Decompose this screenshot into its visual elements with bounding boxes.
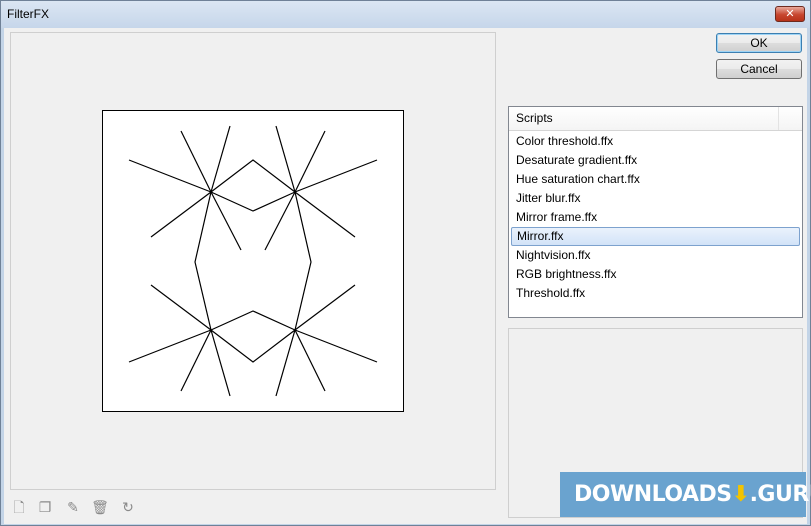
ok-button[interactable]: OK [716, 33, 802, 53]
cancel-button[interactable]: Cancel [716, 59, 802, 79]
script-item-mirror[interactable]: Mirror.ffx [511, 227, 800, 246]
script-item-color-threshold[interactable]: Color threshold.ffx [509, 132, 802, 151]
script-item-threshold[interactable]: Threshold.ffx [509, 284, 802, 303]
download-arrow-icon: ⬇ [731, 482, 750, 507]
watermark-text-left: DOWNLOADS [574, 482, 732, 507]
preview-canvas [102, 110, 404, 412]
downloads-guru-watermark: DOWNLOADS⬇.GURU [560, 472, 811, 517]
script-item-nightvision[interactable]: Nightvision.ffx [509, 246, 802, 265]
copy-script-icon[interactable]: ❐ [36, 497, 54, 517]
scripts-list[interactable]: Scripts Color threshold.ffx Desaturate g… [508, 106, 803, 318]
scripts-column-header[interactable]: Scripts [509, 107, 779, 130]
refresh-icon[interactable]: ↻ [119, 497, 137, 517]
scripts-list-header: Scripts [509, 107, 802, 131]
script-item-rgb-brightness[interactable]: RGB brightness.ffx [509, 265, 802, 284]
dialog-client-area: 🗋 ❐ ✎ 🗑 ↻ OK Cancel Scripts Color thresh… [4, 28, 811, 524]
edit-script-icon[interactable]: ✎ [64, 497, 82, 517]
script-item-desaturate-gradient[interactable]: Desaturate gradient.ffx [509, 151, 802, 170]
preview-panel [10, 32, 496, 490]
delete-script-icon[interactable]: 🗑 [91, 497, 109, 517]
script-item-jitter-blur[interactable]: Jitter blur.ffx [509, 189, 802, 208]
close-icon: ✕ [785, 8, 795, 20]
mirror-preview-drawing [128, 125, 378, 397]
close-button[interactable]: ✕ [775, 6, 805, 22]
title-bar[interactable]: FilterFX ✕ [1, 1, 810, 28]
filterfx-dialog: FilterFX ✕ 🗋 ❐ ✎ 🗑 ↻ OK Cancel Scripts C… [0, 0, 811, 526]
script-item-mirror-frame[interactable]: Mirror frame.ffx [509, 208, 802, 227]
new-script-icon[interactable]: 🗋 [10, 497, 28, 517]
scripts-list-body: Color threshold.ffx Desaturate gradient.… [509, 132, 802, 303]
watermark-text-right: .GURU [749, 482, 811, 507]
script-item-hue-saturation-chart[interactable]: Hue saturation chart.ffx [509, 170, 802, 189]
window-title: FilterFX [7, 7, 49, 21]
